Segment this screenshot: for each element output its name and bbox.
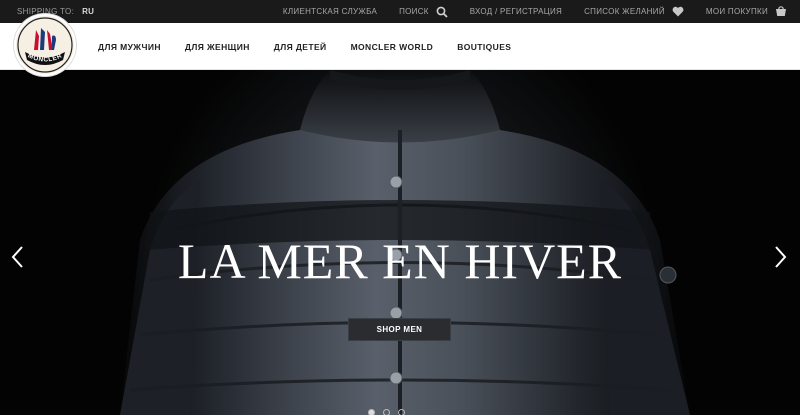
svg-text:MONCLER: MONCLER — [27, 52, 64, 63]
category-menu: ДЛЯ МУЖЧИН ДЛЯ ЖЕНЩИН ДЛЯ ДЕТЕЙ MONCLER … — [98, 23, 535, 70]
wishlist-label: СПИСОК ЖЕЛАНИЙ — [584, 7, 665, 16]
shop-men-button[interactable]: SHOP MEN — [348, 318, 451, 341]
search-label: ПОИСК — [399, 7, 429, 16]
chevron-right-icon[interactable] — [772, 245, 788, 269]
shipping-country[interactable]: RU — [82, 7, 94, 16]
heart-icon — [672, 6, 684, 17]
search-icon — [436, 6, 448, 18]
top-utility-bar: SHIPPING TO: RU КЛИЕНТСКАЯ СЛУЖБА ПОИСК В… — [0, 0, 800, 23]
cart-label: МОИ ПОКУПКИ — [705, 7, 768, 16]
chevron-left-icon[interactable] — [10, 245, 26, 269]
shipping-selector[interactable]: SHIPPING TO: RU — [17, 7, 94, 16]
nav-item-women[interactable]: ДЛЯ ЖЕНЩИН — [185, 42, 250, 52]
slide-dot-2[interactable] — [383, 409, 390, 415]
login-register-link[interactable]: ВХОД / РЕГИСТРАЦИЯ — [470, 7, 562, 16]
cart-icon — [776, 6, 786, 16]
hero-headline: LA MER EN HIVER — [177, 233, 623, 289]
customer-service-link[interactable]: КЛИЕНТСКАЯ СЛУЖБА — [283, 7, 377, 16]
moncler-logo[interactable]: MONCLER — [14, 14, 76, 76]
slide-dot-3[interactable] — [398, 409, 405, 415]
login-register-label: ВХОД / РЕГИСТРАЦИЯ — [469, 7, 563, 16]
wishlist-link[interactable]: СПИСОК ЖЕЛАНИЙ — [584, 6, 684, 17]
slider-pagination — [368, 409, 413, 415]
cart-link[interactable]: МОИ ПОКУПКИ — [706, 6, 787, 17]
top-links: КЛИЕНТСКАЯ СЛУЖБА ПОИСК ВХОД / РЕГИСТРАЦ… — [283, 0, 787, 23]
logo-text: MONCLER — [27, 52, 64, 63]
nav-item-boutiques[interactable]: BOUTIQUES — [457, 42, 511, 52]
logo-wordmark: MONCLER — [27, 52, 63, 63]
slide-dot-1[interactable] — [368, 409, 375, 415]
hero-banner[interactable]: LA MER EN HIVER SHOP MEN — [0, 70, 800, 415]
customer-service-label: КЛИЕНТСКАЯ СЛУЖБА — [282, 7, 378, 16]
search-link[interactable]: ПОИСК — [399, 6, 448, 18]
nav-item-moncler-world[interactable]: MONCLER WORLD — [351, 42, 434, 52]
main-navigation: ДЛЯ МУЖЧИН ДЛЯ ЖЕНЩИН ДЛЯ ДЕТЕЙ MONCLER … — [0, 23, 800, 70]
nav-item-men[interactable]: ДЛЯ МУЖЧИН — [98, 42, 161, 52]
nav-item-kids[interactable]: ДЛЯ ДЕТЕЙ — [274, 42, 327, 52]
